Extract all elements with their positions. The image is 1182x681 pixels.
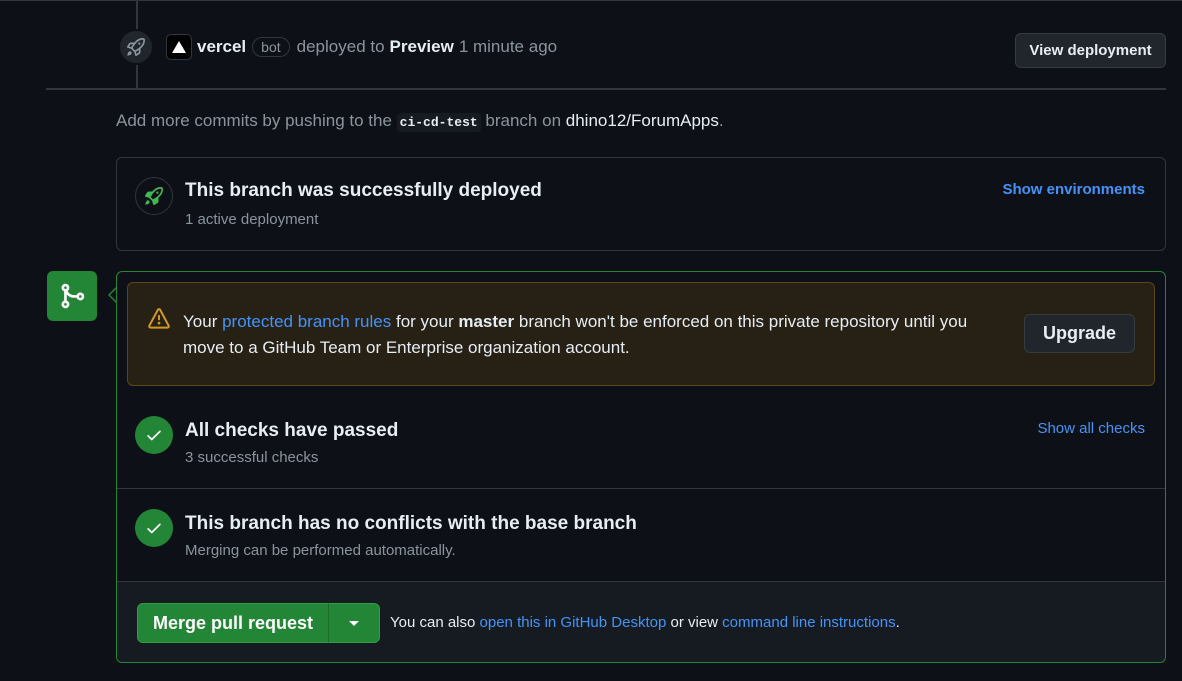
deployment-title: This branch was successfully deployed — [185, 180, 542, 201]
merge-alternatives-text: You can also open this in GitHub Desktop… — [390, 614, 900, 631]
top-divider — [0, 0, 1182, 1]
environment-link[interactable]: Preview — [390, 37, 454, 57]
github-desktop-link[interactable]: open this in GitHub Desktop — [480, 614, 667, 631]
conflicts-title: This branch has no conflicts with the ba… — [185, 513, 637, 534]
conflicts-subtitle: Merging can be performed automatically. — [185, 542, 456, 559]
merge-pull-request-button[interactable]: Merge pull request — [137, 603, 329, 643]
vercel-logo-icon[interactable] — [166, 34, 192, 60]
merge-box: Your protected branch rules for your mas… — [116, 271, 1166, 663]
merge-footer: Merge pull request You can also open thi… — [117, 581, 1165, 662]
check-icon — [135, 416, 173, 454]
footer-suffix: . — [895, 614, 900, 631]
deployment-status-box: This branch was successfully deployed 1 … — [116, 157, 1166, 251]
show-environments-link[interactable]: Show environments — [1002, 181, 1145, 198]
warning-prefix: Your — [183, 312, 218, 331]
protected-branch-rules-link[interactable]: protected branch rules — [222, 312, 391, 331]
footer-prefix: You can also — [390, 614, 476, 631]
merge-method-dropdown[interactable] — [328, 603, 380, 643]
deploy-event: vercel bot deployed to Preview 1 minute … — [166, 33, 557, 61]
actor-link[interactable]: vercel — [197, 37, 246, 57]
protected-branch-warning: Your protected branch rules for your mas… — [127, 282, 1155, 386]
event-timestamp[interactable]: 1 minute ago — [459, 37, 557, 57]
checks-title: All checks have passed — [185, 420, 399, 441]
rocket-icon — [118, 29, 154, 65]
alert-icon — [148, 308, 170, 335]
conflicts-status-row: This branch has no conflicts with the ba… — [117, 489, 1165, 581]
branch-master: master — [458, 312, 515, 331]
warning-text: Your protected branch rules for your mas… — [183, 309, 973, 361]
deployment-subtitle: 1 active deployment — [185, 211, 319, 228]
branch-name: ci-cd-test — [396, 113, 481, 132]
hint-prefix: Add more commits by pushing to the — [116, 111, 392, 130]
command-line-instructions-link[interactable]: command line instructions — [722, 614, 895, 631]
check-icon — [135, 509, 173, 547]
checks-subtitle: 3 successful checks — [185, 449, 319, 466]
view-deployment-button[interactable]: View deployment — [1015, 33, 1166, 68]
rocket-icon — [135, 177, 173, 215]
git-merge-icon — [47, 271, 97, 321]
bot-badge: bot — [252, 37, 290, 57]
deploy-action-text: deployed to — [296, 37, 385, 56]
hint-middle: branch on — [485, 111, 562, 130]
warning-mid: for your — [395, 312, 454, 331]
footer-mid: or view — [670, 614, 718, 631]
timeline-end-divider — [46, 88, 1166, 90]
show-all-checks-link[interactable]: Show all checks — [1037, 420, 1145, 437]
repo-link[interactable]: dhino12/ForumApps — [566, 111, 719, 130]
triangle-down-icon — [349, 620, 359, 626]
upgrade-button[interactable]: Upgrade — [1024, 314, 1135, 353]
checks-status-row: All checks have passed 3 successful chec… — [117, 396, 1165, 489]
hint-suffix: . — [718, 111, 724, 130]
add-commits-hint: Add more commits by pushing to the ci-cd… — [116, 111, 724, 132]
